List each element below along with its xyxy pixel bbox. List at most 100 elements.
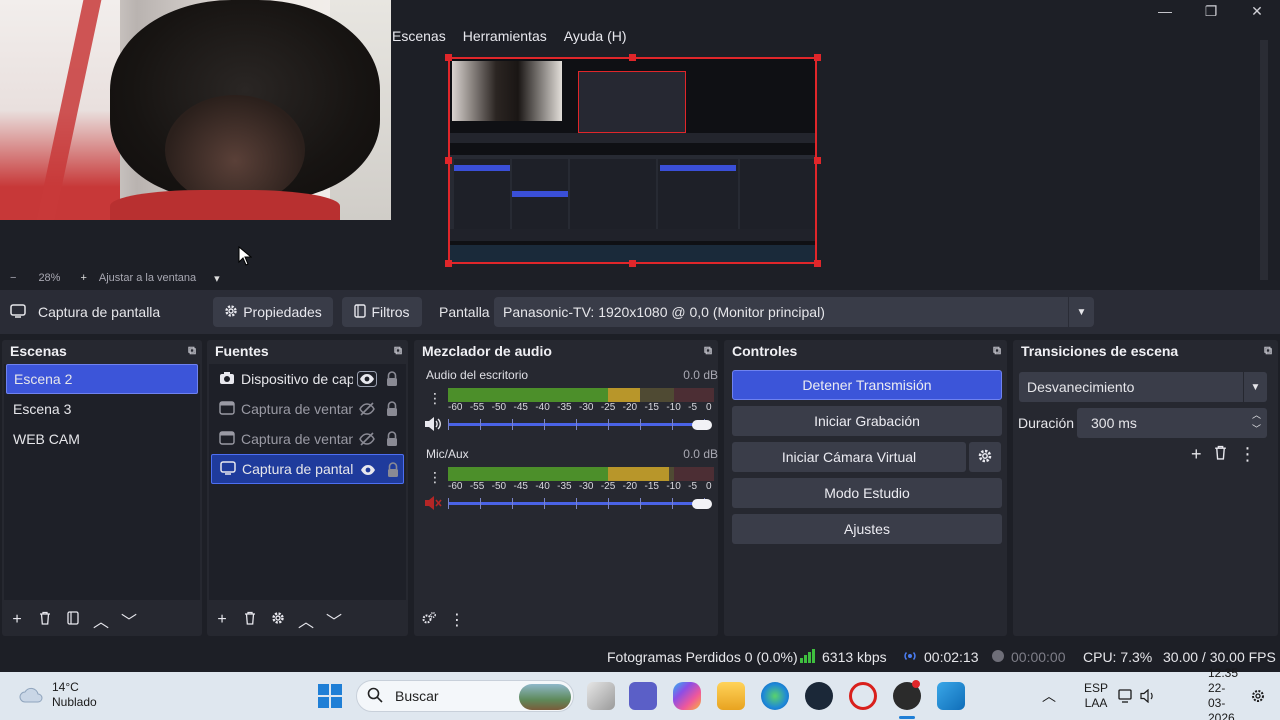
chevron-up-icon[interactable]: ︿ (1042, 672, 1056, 720)
close-button[interactable]: ✕ (1234, 0, 1280, 22)
fit-to-window-button[interactable]: Ajustar a la ventana (99, 272, 196, 284)
volume-icon[interactable] (1140, 672, 1156, 720)
meter-scale-label: -55 (469, 481, 485, 492)
menu-dots-icon[interactable]: ⋮ (428, 469, 442, 486)
properties-button[interactable]: Propiedades (213, 297, 333, 327)
volume-slider-handle[interactable] (692, 420, 712, 430)
weather-widget[interactable]: 14°C Nublado (18, 680, 97, 710)
menu-dots-icon[interactable]: ⋮ (448, 610, 466, 630)
network-icon[interactable] (1118, 672, 1134, 720)
spin-arrows-icon[interactable]: ︿ ﹀ (1252, 408, 1261, 436)
settings-button[interactable]: Ajustes (732, 514, 1002, 544)
maximize-button[interactable]: ❐ (1188, 0, 1234, 22)
source-item[interactable]: Captura de ventana (211, 394, 404, 424)
chevron-down-icon[interactable]: ﹀ (120, 608, 138, 632)
source-item[interactable]: Captura de ventana (211, 424, 404, 454)
lock-icon[interactable] (385, 400, 399, 418)
speaker-icon[interactable] (424, 416, 442, 435)
record-dot-icon (991, 649, 1005, 666)
window-controls: — ❐ ✕ (1142, 0, 1280, 22)
controls-dock: Controles ⧉ Detener Transmisión Iniciar … (724, 340, 1007, 636)
task-view-icon[interactable] (587, 682, 615, 710)
studio-mode-button[interactable]: Modo Estudio (732, 478, 1002, 508)
undock-icon[interactable]: ⧉ (394, 345, 402, 358)
trash-icon[interactable] (36, 611, 54, 630)
photos-icon[interactable] (937, 682, 965, 710)
resize-handle[interactable] (814, 157, 821, 164)
source-item[interactable]: Captura de pantalla (211, 454, 404, 484)
start-virtual-camera-button[interactable]: Iniciar Cámara Virtual (732, 442, 966, 472)
chevron-down-icon[interactable]: ﹀ (325, 608, 343, 632)
start-button[interactable] (318, 684, 342, 708)
trash-icon[interactable] (1214, 444, 1227, 465)
eye-off-icon[interactable] (357, 401, 377, 417)
scene-item[interactable]: Escena 2 (6, 364, 198, 394)
gear-icon[interactable] (269, 611, 287, 630)
eye-off-icon[interactable] (357, 431, 377, 447)
zoom-dropdown-icon[interactable]: ▾ (214, 272, 220, 285)
add-icon[interactable]: + (213, 611, 231, 629)
teams-icon[interactable] (629, 682, 657, 710)
volume-slider-handle[interactable] (692, 499, 712, 509)
add-icon[interactable]: + (8, 611, 26, 629)
zoom-out-button[interactable]: − (10, 272, 16, 284)
resize-handle[interactable] (445, 157, 452, 164)
volume-slider[interactable] (448, 419, 706, 430)
menu-ayuda[interactable]: Ayuda (H) (564, 28, 627, 44)
undock-icon[interactable]: ⧉ (704, 345, 712, 358)
duration-spinbox[interactable]: 300 ms ︿ ﹀ (1077, 408, 1267, 438)
preview-canvas[interactable] (448, 57, 817, 264)
scene-item[interactable]: Escena 3 (6, 394, 198, 424)
input-language[interactable]: ESP LAA (1084, 672, 1108, 720)
add-icon[interactable]: + (1191, 444, 1202, 465)
resize-handle[interactable] (629, 260, 636, 267)
advanced-audio-gear-icon[interactable] (420, 611, 438, 630)
search-box[interactable]: Buscar (356, 680, 574, 712)
trash-icon[interactable] (241, 611, 259, 630)
menu-dots-icon[interactable]: ⋮ (1239, 444, 1257, 465)
preview-selected-row (454, 165, 510, 171)
menu-escenas[interactable]: Escenas (392, 28, 446, 44)
resize-handle[interactable] (814, 260, 821, 267)
meter-scale: -60 -55 -50 -45 -40 -35 -30 -25 -20 -15 -10 -5 0 (448, 481, 714, 493)
resize-handle[interactable] (814, 54, 821, 61)
filters-button[interactable]: Filtros (342, 297, 422, 327)
lock-icon[interactable] (385, 370, 399, 388)
resize-handle[interactable] (629, 54, 636, 61)
undock-icon[interactable]: ⧉ (1264, 345, 1272, 358)
eye-icon[interactable] (357, 371, 377, 387)
lock-icon[interactable] (386, 461, 400, 479)
scene-item[interactable]: WEB CAM (6, 424, 198, 454)
transition-select[interactable]: Desvanecimiento ▼ (1019, 372, 1267, 402)
edge-icon[interactable] (761, 682, 789, 710)
menu-herramientas[interactable]: Herramientas (463, 28, 547, 44)
preview-scrollbar[interactable] (1260, 40, 1268, 280)
copilot-icon[interactable] (673, 682, 701, 710)
zoom-in-button[interactable]: + (80, 272, 86, 284)
source-item[interactable]: Dispositivo de captura de vídeo (211, 364, 404, 394)
file-explorer-icon[interactable] (717, 682, 745, 710)
muted-speaker-icon[interactable] (424, 495, 442, 514)
chevron-up-icon[interactable]: ︿ (92, 608, 110, 632)
eye-icon[interactable] (358, 462, 378, 478)
chevron-up-icon[interactable]: ︿ (297, 608, 315, 632)
clock[interactable]: 12:35 22-03-2026 (1208, 666, 1238, 720)
resize-handle[interactable] (445, 54, 452, 61)
steam-icon[interactable] (805, 682, 833, 710)
undock-icon[interactable]: ⧉ (188, 345, 196, 358)
menu-dots-icon[interactable]: ⋮ (428, 390, 442, 407)
minimize-button[interactable]: — (1142, 0, 1188, 22)
filter-icon[interactable] (64, 610, 82, 630)
display-select[interactable]: Panasonic-TV: 1920x1080 @ 0,0 (Monitor p… (494, 297, 1094, 327)
volume-slider[interactable] (448, 498, 706, 509)
stream-time-status: 00:02:13 (902, 642, 979, 672)
undock-icon[interactable]: ⧉ (993, 345, 1001, 358)
virtual-camera-settings-button[interactable] (969, 442, 1001, 472)
start-recording-button[interactable]: Iniciar Grabación (732, 406, 1002, 436)
stop-stream-button[interactable]: Detener Transmisión (732, 370, 1002, 400)
opera-icon[interactable] (849, 682, 877, 710)
volume-tick (544, 498, 545, 509)
resize-handle[interactable] (445, 260, 452, 267)
notification-settings-icon[interactable] (1250, 672, 1266, 720)
lock-icon[interactable] (385, 430, 399, 448)
